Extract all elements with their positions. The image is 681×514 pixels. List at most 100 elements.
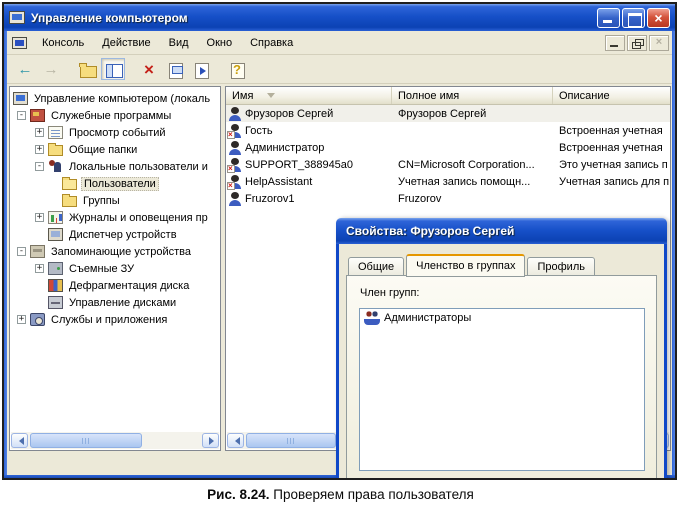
help-button[interactable]: ?: [225, 58, 249, 80]
export-list-button[interactable]: [189, 58, 213, 80]
tree-expander-icon[interactable]: +: [35, 145, 44, 154]
column-header[interactable]: Имя: [226, 87, 392, 104]
tree-item[interactable]: +Службы и приложения: [10, 311, 220, 328]
tree-item-label: Диспетчер устройств: [67, 229, 179, 241]
menu-item[interactable]: Справка: [241, 34, 302, 52]
SUPPORT_388945a0[interactable]: SUPPORT_388945a0 CN=Microsoft Corporatio…: [226, 156, 670, 173]
dialog-tab[interactable]: Общие: [348, 257, 404, 276]
tree-expander-icon[interactable]: +: [35, 128, 44, 137]
user-name: Гость: [245, 125, 273, 137]
tree-item[interactable]: Дефрагментация диска: [10, 277, 220, 294]
tree-item-label: Просмотр событий: [67, 127, 168, 139]
book-page: Управление компьютером × Консоль Действи…: [0, 0, 681, 514]
column-header[interactable]: Полное имя: [392, 87, 553, 104]
tree-expander-icon[interactable]: -: [17, 111, 26, 120]
disabled-badge-icon: [227, 131, 235, 139]
menu-bar: Консоль Действие Вид Окно Справка ×: [7, 31, 672, 55]
tree-item-icon: [30, 245, 45, 258]
minimize-button[interactable]: [597, 8, 620, 28]
tree-expander-icon[interactable]: +: [17, 315, 26, 324]
tree-item-icon: [48, 228, 63, 241]
tree-item-label: Запоминающие устройства: [49, 246, 193, 258]
tree-item[interactable]: Управление компьютером (локаль: [10, 90, 220, 107]
scroll-left-button[interactable]: [11, 433, 28, 448]
figure-number: Рис. 8.24.: [207, 487, 269, 502]
up-folder-button[interactable]: [75, 58, 99, 80]
mdi-close-button[interactable]: ×: [649, 35, 669, 51]
toolbar-buttons: ← → × ?: [13, 58, 251, 80]
toolbar-icon: ?: [233, 63, 241, 76]
figure-caption: Рис. 8.24. Проверяем права пользователя: [0, 487, 681, 502]
toolbar: ← → × ?: [7, 55, 672, 84]
tree-item-icon: [62, 179, 77, 190]
tree-item-label: Пользователи: [81, 177, 159, 191]
console-tree-panel: Управление компьютером (локаль - Служебны…: [9, 86, 221, 451]
tree-expander-icon[interactable]: +: [35, 264, 44, 273]
tree-item-label: Служебные программы: [49, 110, 173, 122]
Администратор[interactable]: Администратор Встроенная учетная: [226, 139, 670, 156]
tree-item[interactable]: Группы: [10, 192, 220, 209]
tree-item[interactable]: +Журналы и оповещения пр: [10, 209, 220, 226]
scroll-right-button[interactable]: [202, 433, 219, 448]
tree-item[interactable]: -Локальные пользователи и: [10, 158, 220, 175]
tree-horizontal-scrollbar[interactable]: [11, 432, 219, 449]
figure-caption-text: Проверяем права пользователя: [270, 487, 474, 502]
tree-item-icon: [48, 160, 63, 173]
tree-item[interactable]: Пользователи: [10, 175, 220, 192]
window-border-right: [672, 31, 675, 478]
properties-button[interactable]: [163, 58, 187, 80]
back-button[interactable]: ←: [13, 58, 37, 80]
member-of-label: Член групп:: [360, 287, 656, 299]
scroll-left-icon: [231, 437, 240, 445]
delete-button[interactable]: ×: [137, 58, 161, 80]
tree-expander-icon[interactable]: -: [17, 247, 26, 256]
tree-item[interactable]: Управление дисками: [10, 294, 220, 311]
console-icon: [12, 37, 27, 49]
scrollbar-thumb[interactable]: [246, 433, 336, 448]
maximize-button[interactable]: [622, 8, 645, 28]
dialog-tab[interactable]: Членство в группах: [406, 254, 525, 277]
tree-item[interactable]: - Запоминающие устройства: [10, 243, 220, 260]
dialog-tab[interactable]: Профиль: [527, 257, 595, 276]
user-icon: [228, 141, 242, 155]
HelpAssistant[interactable]: HelpAssistant Учетная запись помощн... У…: [226, 173, 670, 190]
computer-icon: [9, 11, 25, 24]
scroll-left-button[interactable]: [227, 433, 244, 448]
Fruzorov1[interactable]: Fruzorov1 Fruzorov: [226, 190, 670, 207]
mdi-minimize-button[interactable]: [605, 35, 625, 51]
menu-item[interactable]: Действие: [93, 34, 159, 52]
tree-expander-icon[interactable]: +: [35, 213, 44, 222]
column-header[interactable]: Описание: [553, 87, 670, 104]
Гость[interactable]: Гость Встроенная учетная: [226, 122, 670, 139]
forward-button[interactable]: →: [39, 58, 63, 80]
membership-tab-page: Член групп: Администраторы: [346, 275, 657, 478]
show-hide-tree-button[interactable]: [101, 58, 125, 80]
dialog-titlebar[interactable]: Свойства: Фрузоров Сергей: [336, 218, 667, 244]
menu-item[interactable]: Вид: [160, 34, 198, 52]
Фрузоров Сергей[interactable]: Фрузоров Сергей Фрузоров Сергей: [226, 105, 670, 122]
user-icon: [228, 175, 242, 189]
tree-item-icon: [48, 126, 63, 139]
tree-item[interactable]: +Общие папки: [10, 141, 220, 158]
menu-item[interactable]: Консоль: [33, 34, 93, 52]
mdi-restore-button[interactable]: [627, 35, 647, 51]
tree-item[interactable]: - Служебные программы: [10, 107, 220, 124]
screenshot-frame: Управление компьютером × Консоль Действи…: [2, 2, 677, 480]
scrollbar-thumb[interactable]: [30, 433, 142, 448]
window-title: Управление компьютером: [31, 11, 595, 25]
tree-item[interactable]: +Съемные ЗУ: [10, 260, 220, 277]
menu-item[interactable]: Окно: [198, 34, 242, 52]
user-name: Фрузоров Сергей: [245, 108, 333, 120]
group-listbox[interactable]: Администраторы: [359, 308, 645, 471]
tree-item-icon: [62, 196, 77, 207]
tree-item[interactable]: Диспетчер устройств: [10, 226, 220, 243]
tree-item[interactable]: + Просмотр событий: [10, 124, 220, 141]
user-list: Фрузоров Сергей Фрузоров Сергей Гость Вс…: [226, 105, 670, 207]
scroll-left-icon: [15, 437, 24, 445]
group-list-item[interactable]: Администраторы: [360, 309, 644, 327]
tree-expander-icon[interactable]: -: [35, 162, 44, 171]
dialog-tab-label: Членство в группах: [416, 260, 515, 272]
tree-item-icon: [30, 313, 45, 326]
close-button[interactable]: ×: [647, 8, 670, 28]
user-full-name: Fruzorov: [398, 193, 441, 205]
